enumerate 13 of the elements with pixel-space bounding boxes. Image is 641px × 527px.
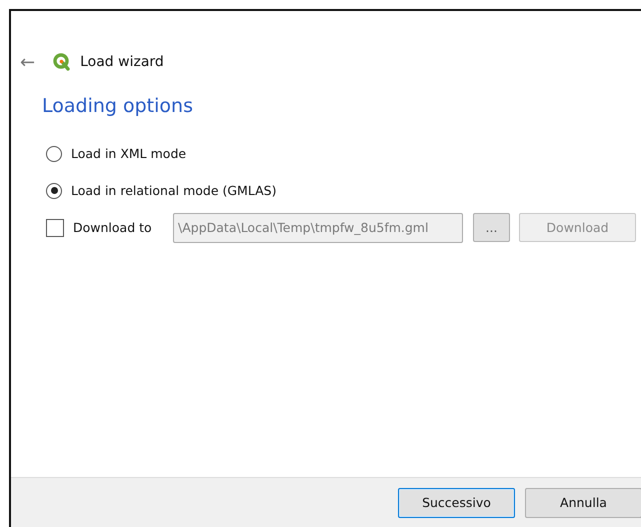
browse-button[interactable]: ... (473, 213, 510, 242)
option-label[interactable]: Load in relational mode (GMLAS) (71, 183, 276, 198)
page-title: Loading options (42, 95, 194, 117)
back-icon[interactable]: ← (20, 52, 36, 72)
radio-button[interactable] (46, 146, 62, 162)
radio-button[interactable] (46, 182, 62, 198)
dialog-button[interactable]: Successivo (398, 488, 515, 518)
checkbox[interactable] (46, 218, 64, 236)
q-logo-icon (52, 52, 72, 72)
dialog-button[interactable]: Annulla (525, 488, 641, 518)
wizard-title: Load wizard (80, 54, 164, 70)
option-label[interactable]: Load in XML mode (71, 146, 186, 161)
checkbox-label[interactable]: Download to (73, 220, 173, 235)
